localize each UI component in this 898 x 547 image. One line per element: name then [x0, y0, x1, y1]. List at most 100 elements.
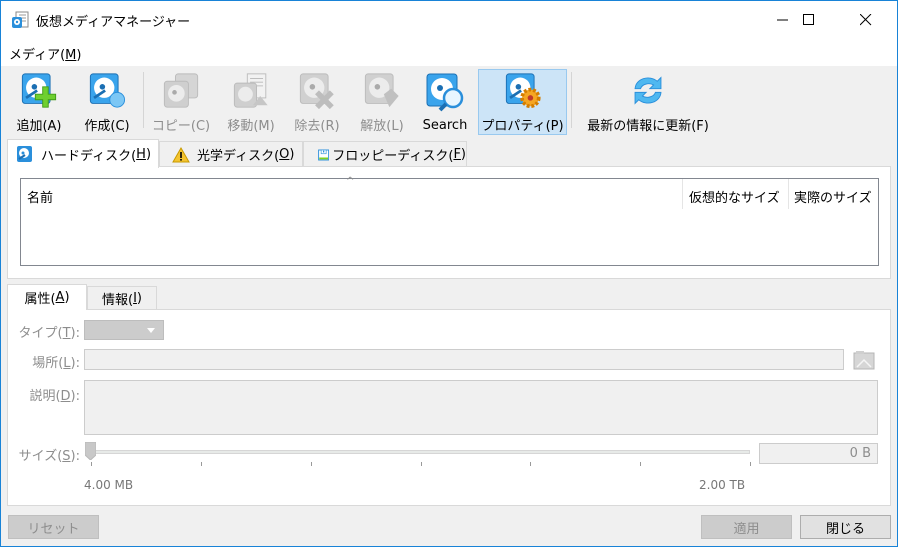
virtual-media-manager-icon: [12, 11, 29, 28]
size-slider-track[interactable]: [90, 450, 750, 454]
search-button-label: Search: [422, 118, 468, 133]
refresh-button-label: 最新の情報に更新(F): [587, 119, 709, 134]
tab-floppy-disk-suffix: ): [460, 147, 466, 162]
search-button[interactable]: Search: [417, 70, 473, 134]
title-bar: 仮想メディアマネージャー: [1, 1, 897, 38]
apply-button[interactable]: 適用: [701, 515, 792, 539]
add-button-label: 追加(A): [16, 119, 62, 134]
release-button[interactable]: 解放(L): [353, 70, 411, 134]
refresh-button[interactable]: 最新の情報に更新(F): [579, 70, 717, 134]
type-label-text: タイプ(: [18, 326, 63, 341]
tab-floppy-disk-label: フロッピーディスク(: [332, 149, 454, 164]
type-combobox[interactable]: [84, 320, 164, 340]
location-field[interactable]: [84, 349, 844, 370]
description-field[interactable]: [84, 380, 878, 435]
properties-button[interactable]: プロパティ(P): [478, 69, 567, 135]
slider-tick: [640, 462, 641, 466]
tab-hard-disk[interactable]: ハードディスク(H): [7, 139, 159, 168]
tab-hard-disk-label: ハードディスク(: [41, 148, 137, 164]
size-max-label: 2.00 TB: [699, 478, 746, 492]
copy-button[interactable]: コピー(C): [149, 70, 213, 134]
slider-tick: [91, 462, 92, 466]
size-label-text: サイズ(: [18, 449, 63, 464]
hard-disk-copy-icon: [163, 73, 199, 108]
hard-disk-add-icon: [21, 73, 57, 108]
type-label-accel: T: [62, 326, 71, 341]
refresh-icon: [634, 76, 662, 105]
type-label-suffix: ):: [70, 326, 80, 341]
slider-tick: [421, 462, 422, 466]
remove-button[interactable]: 除去(R): [287, 70, 347, 134]
toolbar: 追加(A) 作成(C) コピー(C) 移動(M) 除去(R) 解放(L) Sea…: [1, 66, 897, 136]
size-label: サイズ(S):: [10, 445, 80, 464]
tab-information[interactable]: 情報(I): [87, 286, 157, 309]
hard-disk-search-icon: [426, 73, 464, 112]
create-button-label: 作成(C): [84, 119, 130, 134]
tab-optical-disk-suffix: ): [289, 147, 295, 162]
tab-hard-disk-accel: H: [136, 146, 146, 162]
move-button[interactable]: 移動(M): [221, 70, 281, 134]
column-divider[interactable]: [682, 179, 683, 209]
hard-disk-move-icon: [233, 73, 268, 108]
release-button-label: 解放(L): [360, 119, 404, 134]
size-label-accel: S: [62, 449, 71, 464]
tab-optical-disk-label: 光学ディスク(: [197, 149, 280, 164]
move-button-label: 移動(M): [227, 119, 275, 134]
slider-tick: [201, 462, 202, 466]
column-header-virtual-size[interactable]: 仮想的なサイズ: [689, 179, 789, 215]
tab-hard-disk-suffix: ): [145, 146, 152, 162]
tab-optical-disk[interactable]: 光学ディスク(O): [159, 141, 303, 167]
menu-bar: メディア(M): [1, 38, 897, 66]
tab-floppy-disk-accel: F: [453, 147, 461, 162]
properties-button-label: プロパティ(P): [481, 119, 564, 134]
tab-attributes-label: 属性(: [24, 292, 56, 307]
column-header-actual-size[interactable]: 実際のサイズ: [794, 179, 880, 215]
location-label-suffix: ):: [70, 356, 80, 371]
chevron-down-icon: [147, 328, 155, 333]
close-icon: [860, 13, 872, 25]
description-label: 説明(D):: [10, 385, 80, 404]
menu-media[interactable]: メディア(M): [9, 44, 81, 63]
floppy-disk-icon: [318, 149, 330, 160]
hard-disk-remove-icon: [299, 73, 334, 109]
close-button[interactable]: [843, 1, 889, 38]
column-actual-size-label: 実際のサイズ: [794, 191, 872, 206]
column-header-name[interactable]: 名前: [27, 179, 682, 215]
tab-information-suffix: ): [136, 290, 142, 306]
tab-attributes[interactable]: 属性(A): [7, 284, 87, 310]
maximize-button[interactable]: [786, 1, 832, 38]
slider-tick: [750, 462, 751, 466]
media-list[interactable]: ^ 名前 仮想的なサイズ 実際のサイズ: [20, 176, 880, 266]
folder-browse-icon[interactable]: [853, 350, 875, 370]
virtual-media-manager-window: 仮想メディアマネージャー メディア(M) 追加(A) 作成(C) コピー(C) …: [0, 0, 898, 547]
add-button[interactable]: 追加(A): [11, 70, 67, 134]
tab-attributes-accel: A: [55, 290, 65, 305]
slider-tick: [311, 462, 312, 466]
location-label-accel: L: [63, 356, 71, 371]
attributes-panel: タイプ(T): 場所(L): 説明(D): サイズ(S): 4.00 MB 2.…: [7, 309, 891, 506]
toolbar-separator: [143, 72, 144, 128]
hard-disk-create-icon: [89, 73, 126, 108]
location-label-text: 場所(: [32, 356, 64, 371]
column-divider[interactable]: [788, 179, 789, 209]
window-title: 仮想メディアマネージャー: [36, 15, 191, 30]
tab-optical-disk-accel: O: [279, 147, 290, 162]
description-label-suffix: ):: [70, 389, 80, 404]
close-dialog-button[interactable]: 閉じる: [800, 515, 891, 539]
reset-button[interactable]: リセット: [8, 515, 99, 539]
location-label: 場所(L):: [10, 352, 80, 371]
copy-button-label: コピー(C): [151, 119, 211, 134]
hard-disk-icon: [17, 146, 32, 162]
maximize-icon: [803, 13, 814, 25]
tab-floppy-disk[interactable]: フロッピーディスク(F): [303, 141, 467, 167]
media-list-panel: ^ 名前 仮想的なサイズ 実際のサイズ: [7, 166, 891, 279]
description-label-accel: D: [60, 389, 71, 404]
size-min-label: 4.00 MB: [84, 478, 134, 492]
size-slider-thumb[interactable]: [85, 442, 96, 460]
media-list-header: ^ 名前 仮想的なサイズ 実際のサイズ: [21, 176, 880, 215]
size-field[interactable]: 0 B: [759, 443, 878, 464]
slider-tick: [530, 462, 531, 466]
warning-icon: [172, 146, 190, 162]
create-button[interactable]: 作成(C): [77, 70, 137, 134]
column-virtual-size-label: 仮想的なサイズ: [689, 191, 780, 206]
